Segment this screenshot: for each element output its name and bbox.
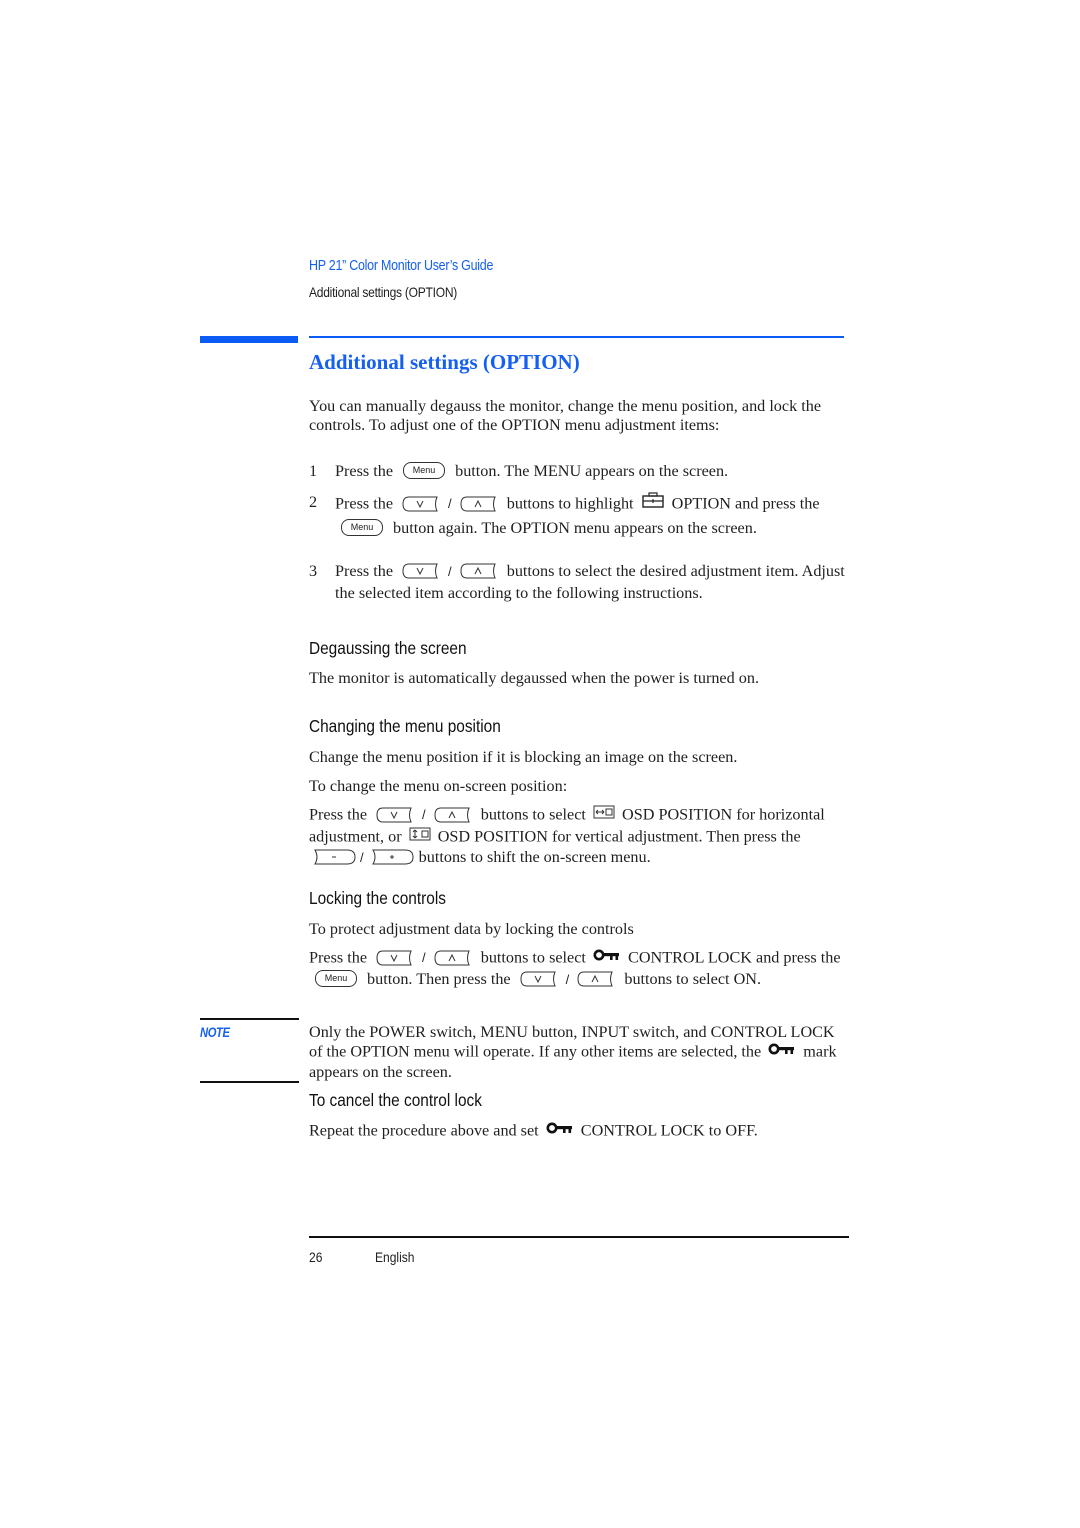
step-2: 2 Press the / buttons to highlight OPTIO…	[309, 492, 849, 539]
separator: /	[422, 807, 426, 823]
separator: /	[448, 496, 452, 512]
step-text: OPTION and press the	[671, 494, 820, 513]
step-text: button again. The OPTION menu appears on…	[393, 518, 757, 537]
menu-position-instructions: Press the / buttons to select OSD POSITI…	[309, 805, 849, 868]
step-1: 1 Press the Menu button. The MENU appear…	[309, 461, 849, 483]
menu-button-icon: Menu	[403, 462, 446, 480]
cancel-text: Repeat the procedure above and set CONTR…	[309, 1121, 869, 1143]
footer-rule	[309, 1236, 849, 1238]
separator: /	[448, 564, 452, 579]
key-lock-icon	[768, 1042, 796, 1061]
key-lock-icon	[593, 948, 621, 967]
menu-position-text-2: To change the menu on-screen position:	[309, 777, 568, 795]
up-button-icon	[433, 950, 473, 966]
step-number: 3	[309, 562, 318, 580]
text: button. Then press the	[367, 969, 511, 988]
step-text: Press the	[335, 562, 393, 580]
plus-button-icon	[371, 849, 414, 865]
text: Press the	[309, 948, 367, 967]
osd-horizontal-position-icon	[593, 805, 615, 824]
degaussing-text: The monitor is automatically degaussed w…	[309, 669, 759, 687]
step-text: buttons to highlight	[506, 494, 634, 513]
text: Press the	[309, 805, 367, 824]
up-button-icon	[576, 971, 616, 987]
section-marker-bar	[200, 336, 298, 343]
footer-language: English	[375, 1249, 415, 1265]
heading-cancel-lock: To cancel the control lock	[309, 1090, 482, 1110]
separator: /	[422, 950, 426, 966]
heading-locking: Locking the controls	[309, 888, 446, 908]
page-title: Additional settings (OPTION)	[309, 350, 580, 374]
text: Repeat the procedure above and set	[309, 1121, 539, 1140]
step-number: 1	[309, 462, 318, 480]
toolbox-icon	[641, 492, 665, 515]
note-rule-top	[200, 1018, 299, 1020]
menu-position-text-1: Change the menu position if it is blocki…	[309, 748, 738, 766]
up-button-icon	[459, 496, 499, 512]
locking-instructions: Press the / buttons to select CONTROL LO…	[309, 948, 849, 990]
osd-vertical-position-icon	[409, 827, 431, 846]
note-label: NOTE	[200, 1024, 230, 1040]
note-text: Only the POWER switch, MENU button, INPU…	[309, 1023, 849, 1082]
step-number: 2	[309, 493, 318, 511]
step-text: Press the	[335, 494, 393, 513]
text: buttons to select ON.	[624, 969, 762, 988]
up-button-icon	[433, 807, 473, 823]
down-button-icon	[401, 563, 441, 579]
menu-button-icon: Menu	[315, 969, 357, 987]
heading-menu-position: Changing the menu position	[309, 716, 501, 736]
step-text: Press the	[335, 462, 393, 480]
text: buttons to select	[480, 948, 586, 967]
separator: /	[360, 850, 364, 865]
text: buttons to shift the on-screen menu.	[418, 848, 651, 866]
intro-paragraph: You can manually degauss the monitor, ch…	[309, 397, 822, 434]
text: CONTROL LOCK to OFF.	[580, 1121, 758, 1140]
up-button-icon	[459, 563, 499, 579]
locking-text-1: To protect adjustment data by locking th…	[309, 920, 634, 938]
text: Only the POWER switch, MENU button, INPU…	[309, 1023, 835, 1060]
text: CONTROL LOCK and press the	[628, 948, 841, 967]
text: OSD POSITION for vertical adjustment. Th…	[437, 826, 801, 845]
step-3: 3 Press the / buttons to select the desi…	[309, 561, 849, 604]
key-lock-icon	[546, 1121, 574, 1140]
running-header-title: HP 21” Color Monitor User’s Guide	[309, 258, 494, 274]
section-rule	[309, 336, 844, 338]
down-button-icon	[401, 496, 441, 512]
step-text: button. The MENU appears on the screen.	[455, 462, 729, 480]
down-button-icon	[375, 807, 415, 823]
down-button-icon	[519, 971, 559, 987]
running-header-section: Additional settings (OPTION)	[309, 284, 458, 300]
menu-button-icon: Menu	[341, 518, 383, 536]
note-rule-bottom	[200, 1081, 299, 1083]
separator: /	[565, 971, 570, 987]
down-button-icon	[375, 950, 415, 966]
page-number: 26	[309, 1249, 323, 1265]
text: buttons to select	[480, 805, 586, 824]
heading-degaussing: Degaussing the screen	[309, 638, 467, 658]
minus-button-icon	[313, 849, 356, 865]
